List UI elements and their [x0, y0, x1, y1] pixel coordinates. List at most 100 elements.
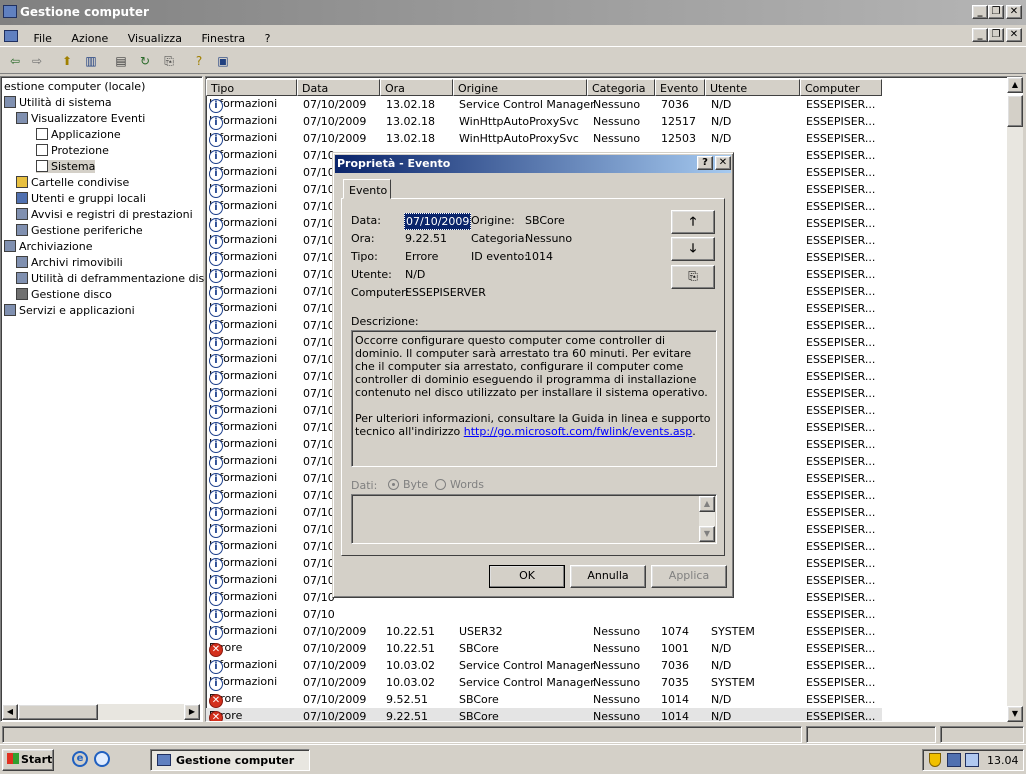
- next-event-button[interactable]: 🡓: [671, 237, 715, 261]
- event-type-cell: i Informazioni: [209, 675, 277, 691]
- start-button[interactable]: Start: [2, 749, 54, 771]
- table-cell: ESSEPISER...: [806, 506, 876, 519]
- tree-item[interactable]: Sistema: [36, 160, 96, 173]
- tree-item[interactable]: Gestione periferiche: [16, 224, 143, 237]
- table-cell: 07/10: [303, 370, 335, 383]
- table-row[interactable]: i Informazioni 07/10/2009 13.02.18 WinHttpAu…: [206, 113, 882, 130]
- back-arrow-icon[interactable]: ⇦: [4, 51, 26, 71]
- event-type-cell: i Informazioni: [209, 114, 277, 130]
- mmc-icon[interactable]: ▣: [212, 51, 234, 71]
- annulla-button[interactable]: Annulla: [570, 565, 646, 588]
- outlook-quicklaunch-icon[interactable]: [94, 751, 110, 767]
- column-header[interactable]: Ora: [380, 79, 453, 96]
- minimize-button[interactable]: _: [972, 5, 988, 19]
- dialog-close-button[interactable]: ✕: [715, 156, 731, 170]
- tree-hscroll[interactable]: ◀ ▶: [2, 704, 200, 720]
- byte-radio[interactable]: Byte: [388, 478, 428, 491]
- menu-file[interactable]: File: [26, 28, 60, 45]
- child-close-button[interactable]: ✕: [1006, 28, 1022, 42]
- network-icon[interactable]: [947, 753, 961, 767]
- menu-help[interactable]: ?: [257, 28, 279, 45]
- byte-label: Byte: [403, 478, 429, 491]
- refresh-icon[interactable]: ↻: [134, 51, 156, 71]
- tree-item[interactable]: Avvisi e registri di prestazioni: [16, 208, 193, 221]
- table-row[interactable]: ✕ Errore 07/10/2009 10.22.51 SBCore Nessuno 10…: [206, 640, 882, 657]
- tree-item[interactable]: Applicazione: [36, 128, 121, 141]
- column-header[interactable]: Origine: [453, 79, 587, 96]
- column-header[interactable]: Tipo: [206, 79, 297, 96]
- tree-item[interactable]: Utilità di sistema: [4, 96, 112, 109]
- applica-button[interactable]: Applica: [651, 565, 727, 588]
- words-radio[interactable]: Words: [435, 478, 484, 491]
- dialog-help-button[interactable]: ?: [697, 156, 713, 170]
- tree-item[interactable]: Archivi rimovibili: [16, 256, 123, 269]
- column-header[interactable]: Categoria: [587, 79, 655, 96]
- table-row[interactable]: ✕ Errore 07/10/2009 9.22.51 SBCore Nessuno 101…: [206, 708, 882, 721]
- column-header[interactable]: Data: [297, 79, 380, 96]
- taskbar: Start e Gestione computer 13.04: [0, 744, 1026, 774]
- descrizione-textbox[interactable]: Occorre configurare questo computer come…: [351, 330, 717, 467]
- properties-icon[interactable]: ▤: [110, 51, 132, 71]
- help-icon[interactable]: ?: [188, 51, 210, 71]
- column-header[interactable]: Evento: [655, 79, 705, 96]
- column-header[interactable]: Computer: [800, 79, 882, 96]
- previous-event-button[interactable]: 🡑: [671, 210, 715, 234]
- tree-item[interactable]: Utilità di deframmentazione dischi: [16, 272, 220, 285]
- tree-item[interactable]: Archiviazione: [4, 240, 93, 253]
- event-type-cell: i Informazioni: [209, 250, 277, 266]
- restore-button[interactable]: ❐: [988, 5, 1004, 19]
- dati-scroll-up[interactable]: ▲: [699, 496, 715, 512]
- mdi-icon[interactable]: [0, 26, 22, 45]
- tab-evento[interactable]: Evento: [343, 179, 391, 199]
- table-row[interactable]: i Informazioni 07/10/2009 10.03.02 Service C…: [206, 657, 882, 674]
- tree-item[interactable]: Cartelle condivise: [16, 176, 129, 189]
- scroll-up-button[interactable]: ▲: [1007, 77, 1023, 93]
- table-row[interactable]: ✕ Errore 07/10/2009 9.52.51 SBCore Nessuno 101…: [206, 691, 882, 708]
- show-tree-icon[interactable]: ▥: [80, 51, 102, 71]
- ie-quicklaunch-icon[interactable]: e: [72, 751, 88, 767]
- tree-item[interactable]: Protezione: [36, 144, 109, 157]
- log-icon: [36, 128, 48, 140]
- close-button[interactable]: ✕: [1006, 5, 1022, 19]
- menu-visualizza[interactable]: Visualizza: [120, 28, 190, 45]
- security-shield-icon[interactable]: [929, 753, 941, 767]
- forward-arrow-icon[interactable]: ⇨: [26, 51, 48, 71]
- ok-button[interactable]: OK: [489, 565, 565, 588]
- event-type-cell: i Informazioni: [209, 505, 277, 521]
- menu-finestra[interactable]: Finestra: [193, 28, 253, 45]
- list-vscroll[interactable]: ▲ ▼: [1007, 77, 1023, 722]
- table-row[interactable]: i Informazioni 07/10/2009 10.03.02 Service C…: [206, 674, 882, 691]
- up-folder-icon[interactable]: ⬆: [56, 51, 78, 71]
- table-row[interactable]: i Informazioni 07/10/2009 13.02.18 WinHttpAu…: [206, 130, 882, 147]
- table-row[interactable]: i Informazioni 07/10/2009 13.02.18 Service C…: [206, 96, 882, 113]
- tree-item[interactable]: Utenti e gruppi locali: [16, 192, 146, 205]
- table-cell: 07/10: [303, 251, 335, 264]
- dati-textbox[interactable]: ▲ ▼: [351, 494, 717, 544]
- table-cell: ESSEPISER...: [806, 251, 876, 264]
- menu-azione[interactable]: Azione: [63, 28, 116, 45]
- scroll-thumb[interactable]: [18, 704, 98, 720]
- table-row[interactable]: i Informazioni 07/10/2009 10.22.51 USER32 Nes…: [206, 623, 882, 640]
- tree-item[interactable]: Visualizzatore Eventi: [16, 112, 145, 125]
- scroll-left-button[interactable]: ◀: [2, 704, 18, 720]
- dati-vscroll[interactable]: ▲ ▼: [699, 496, 715, 542]
- taskbar-button-gestione-computer[interactable]: Gestione computer: [150, 749, 310, 771]
- child-minimize-button[interactable]: _: [972, 28, 988, 42]
- vscroll-thumb[interactable]: [1007, 95, 1023, 127]
- table-cell: Nessuno: [593, 115, 641, 128]
- tree-item[interactable]: estione computer (locale): [4, 80, 145, 93]
- event-type-cell: i Informazioni: [209, 216, 277, 232]
- data-value[interactable]: 07/10/2009: [404, 213, 472, 230]
- copy-button[interactable]: ⎘: [671, 265, 715, 289]
- dati-scroll-down[interactable]: ▼: [699, 526, 715, 542]
- tree-item[interactable]: Servizi e applicazioni: [4, 304, 135, 317]
- column-header[interactable]: Utente: [705, 79, 800, 96]
- scroll-down-button[interactable]: ▼: [1007, 706, 1023, 722]
- tree-item[interactable]: Gestione disco: [16, 288, 112, 301]
- network-connection-icon[interactable]: [965, 753, 979, 767]
- child-restore-button[interactable]: ❐: [988, 28, 1004, 42]
- events-link[interactable]: http://go.microsoft.com/fwlink/events.as…: [464, 425, 693, 438]
- table-row[interactable]: i Informazioni 07/10 ESSEPISER...: [206, 606, 882, 623]
- scroll-right-button[interactable]: ▶: [184, 704, 200, 720]
- export-icon[interactable]: ⎘: [158, 51, 180, 71]
